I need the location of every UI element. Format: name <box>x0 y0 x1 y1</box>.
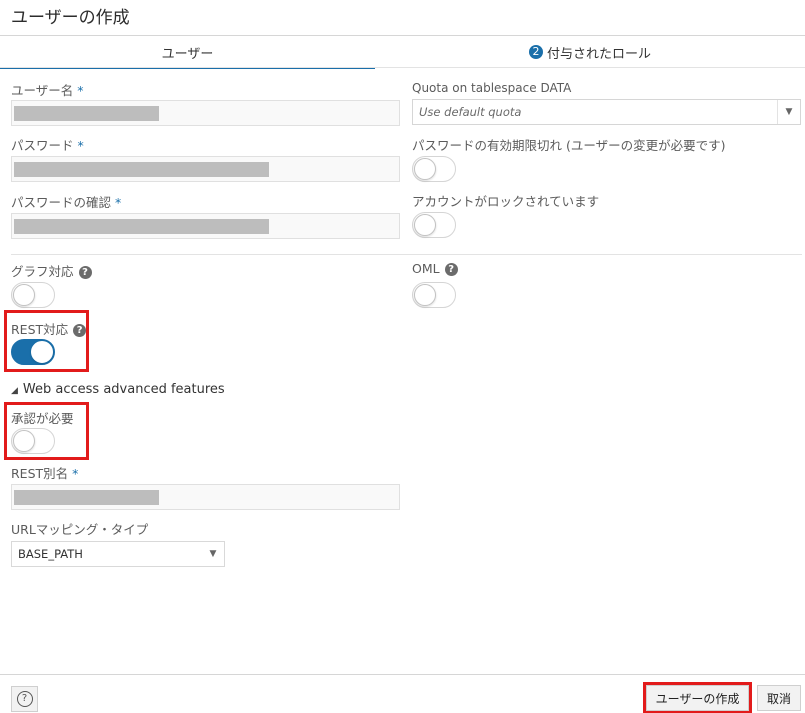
help-circle-icon: ? <box>16 691 33 707</box>
tab-users-label: ユーザー <box>161 46 214 62</box>
quota-label: Quota on tablespace DATA <box>412 81 572 95</box>
roles-count-badge: 2 <box>528 45 543 59</box>
password-field[interactable] <box>11 156 400 182</box>
help-icon[interactable]: ? <box>444 263 458 276</box>
toggle-knob <box>414 284 436 306</box>
masked-value <box>14 162 269 177</box>
url-mapping-select[interactable]: BASE_PATH ▼ <box>11 541 225 567</box>
toggle-knob <box>13 430 35 452</box>
account-locked-label: アカウントがロックされています <box>412 194 600 209</box>
rest-toggle[interactable] <box>11 339 55 365</box>
section-divider <box>11 254 802 255</box>
required-marker: * <box>72 466 79 481</box>
username-label: ユーザー名 * <box>11 83 84 98</box>
collapse-triangle-icon: ◢ <box>11 386 18 396</box>
password-label: パスワード * <box>11 138 84 153</box>
toggle-knob <box>414 214 436 236</box>
password-expired-label: パスワードの有効期限切れ (ユーザーの変更が必要です) <box>412 138 726 153</box>
masked-value <box>14 490 159 505</box>
toggle-knob <box>13 284 35 306</box>
help-button[interactable]: ? <box>11 686 38 712</box>
tab-users[interactable]: ユーザー <box>0 36 375 69</box>
masked-value <box>14 219 269 234</box>
required-marker: * <box>77 138 84 153</box>
oml-label: OML? <box>412 261 458 276</box>
password-confirm-label: パスワードの確認 * <box>11 195 122 210</box>
toggle-knob <box>31 341 53 363</box>
create-user-button[interactable]: ユーザーの作成 <box>646 685 749 711</box>
rest-alias-field[interactable] <box>11 484 400 510</box>
auth-required-label: 承認が必要 <box>11 411 74 426</box>
web-access-section[interactable]: ◢ Web access advanced features <box>11 382 225 397</box>
rest-label: REST対応? <box>11 319 87 338</box>
quota-placeholder: Use default quota <box>419 105 522 119</box>
quota-select[interactable]: Use default quota ▼ <box>412 99 801 125</box>
graph-toggle[interactable] <box>11 282 55 308</box>
required-marker: * <box>115 195 122 210</box>
required-marker: * <box>77 83 84 98</box>
tab-granted-roles[interactable]: 2 付与されたロール <box>375 36 805 68</box>
chevron-down-icon: ▼ <box>777 100 800 124</box>
password-expired-toggle[interactable] <box>412 156 456 182</box>
username-field[interactable] <box>11 100 400 126</box>
oml-toggle[interactable] <box>412 282 456 308</box>
dialog-title: ユーザーの作成 <box>11 8 130 28</box>
help-icon[interactable]: ? <box>78 266 92 279</box>
url-mapping-label: URLマッピング・タイプ <box>11 522 149 537</box>
help-icon[interactable]: ? <box>73 324 87 337</box>
password-confirm-field[interactable] <box>11 213 400 239</box>
cancel-button[interactable]: 取消 <box>757 685 801 711</box>
chevron-down-icon: ▼ <box>209 549 217 559</box>
rest-alias-label: REST別名 * <box>11 466 79 481</box>
graph-label: グラフ対応? <box>11 261 92 280</box>
tabs-divider <box>0 67 805 68</box>
account-locked-toggle[interactable] <box>412 212 456 238</box>
tab-roles-label: 付与されたロール <box>546 46 651 62</box>
url-mapping-value: BASE_PATH <box>18 547 83 561</box>
masked-value <box>14 106 159 121</box>
footer-divider <box>0 674 805 675</box>
auth-required-toggle[interactable] <box>11 428 55 454</box>
toggle-knob <box>414 158 436 180</box>
